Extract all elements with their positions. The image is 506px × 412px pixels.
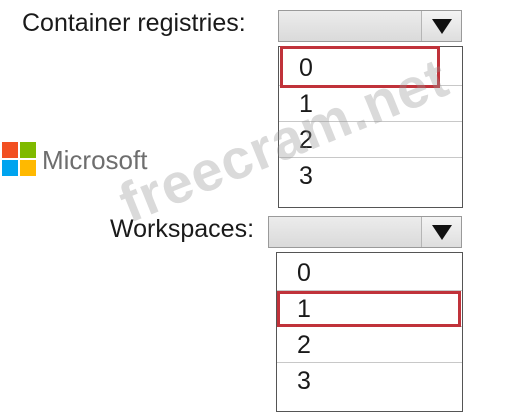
- logo-square-red: [2, 142, 18, 158]
- workspaces-option[interactable]: 2: [277, 327, 462, 363]
- workspaces-option[interactable]: 0: [277, 255, 462, 291]
- workspaces-options-list: 0 1 2 3: [276, 252, 463, 412]
- logo-square-green: [20, 142, 36, 158]
- workspaces-select[interactable]: [268, 216, 462, 248]
- logo-square-yellow: [20, 160, 36, 176]
- workspaces-selected-highlight: [277, 291, 461, 327]
- container-registries-label: Container registries:: [22, 9, 246, 37]
- container-registries-dropdown-button[interactable]: [421, 11, 461, 41]
- triangle-down-icon: [431, 224, 452, 240]
- logo-square-blue: [2, 160, 18, 176]
- container-registries-select[interactable]: [278, 10, 462, 42]
- workspaces-option[interactable]: 3: [277, 363, 462, 399]
- triangle-down-icon: [431, 18, 452, 34]
- workspaces-dropdown-button[interactable]: [421, 217, 461, 247]
